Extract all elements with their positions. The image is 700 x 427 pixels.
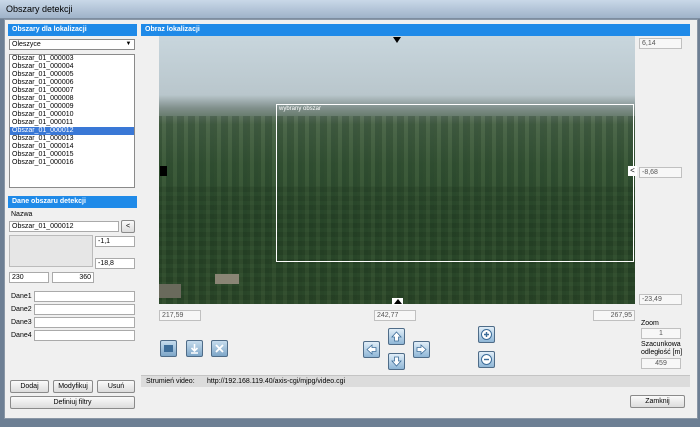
window: Obszary detekcji Obszary dla lokalizacji… (0, 0, 700, 427)
arrow-left-icon[interactable] (363, 341, 380, 358)
define-filters-button[interactable]: Definiuj filtry (10, 396, 135, 409)
list-item[interactable]: Obszar_01_000004 (10, 63, 134, 71)
coord-left-field[interactable]: 230 (9, 272, 49, 283)
dane1-field[interactable] (34, 291, 135, 302)
distance-value: 459 (641, 358, 681, 369)
list-item[interactable]: Obszar_01_000010 (10, 111, 134, 119)
dane2-label: Dane2 (11, 306, 32, 313)
bottom-marker-icon (394, 299, 402, 304)
top-marker-icon (393, 37, 401, 43)
delete-x-icon[interactable] (211, 340, 228, 357)
list-item[interactable]: Obszar_01_000014 (10, 143, 134, 151)
close-button[interactable]: Zamknij (630, 395, 685, 408)
list-item[interactable]: Obszar_01_000009 (10, 103, 134, 111)
chevron-down-icon: ▼ (125, 41, 132, 47)
coord-top-field[interactable]: -1,1 (95, 236, 135, 247)
arrow-right-icon[interactable] (413, 341, 430, 358)
download-icon[interactable] (186, 340, 203, 357)
list-item[interactable]: Obszar_01_000016 (10, 159, 134, 167)
coord-right-field[interactable]: 360 (52, 272, 94, 283)
delete-button[interactable]: Usuń (97, 380, 135, 393)
dane4-label: Dane4 (11, 332, 32, 339)
list-item[interactable]: Obszar_01_000011 (10, 119, 134, 127)
zoom-in-icon[interactable] (478, 326, 495, 343)
areas-list[interactable]: Obszar_01_000003 Obszar_01_000004 Obszar_0… (9, 54, 135, 188)
list-item[interactable]: Obszar_01_000015 (10, 151, 134, 159)
arrow-down-icon[interactable] (388, 353, 405, 370)
list-item[interactable]: Obszar_01_000012 (10, 127, 134, 135)
zoom-value: 1 (641, 328, 681, 339)
title-bar[interactable]: Obszary detekcji (0, 0, 700, 19)
location-select[interactable]: Oleszyce ▼ (9, 39, 135, 50)
image-header: Obraz lokalizacji (141, 24, 690, 36)
overlay-label: wybrany obszar (279, 106, 322, 112)
areas-header: Obszary dla lokalizacji (8, 24, 137, 36)
name-arrow-button[interactable]: < (121, 220, 135, 233)
dane2-field[interactable] (34, 304, 135, 315)
zoom-label: Zoom (641, 320, 659, 327)
arrow-up-icon[interactable] (388, 328, 405, 345)
square-icon[interactable] (160, 340, 177, 357)
name-label: Nazwa (11, 211, 33, 218)
stream-bar: Strumień video: http://192.168.119.40/ax… (141, 375, 690, 387)
left-marker-icon (160, 166, 167, 176)
scale-bottom-right: 267,95 (593, 310, 635, 321)
distance-label: Szacunkowa odległość [m] (641, 341, 683, 356)
name-field[interactable]: Obszar_01_000012 (9, 221, 119, 232)
selected-area-overlay[interactable]: wybrany obszar (276, 104, 634, 262)
right-marker-icon: < (628, 166, 637, 176)
dane3-field[interactable] (34, 317, 135, 328)
modify-button[interactable]: Modyfikuj (53, 380, 93, 393)
list-item[interactable]: Obszar_01_000006 (10, 79, 134, 87)
list-item[interactable]: Obszar_01_000013 (10, 135, 134, 143)
list-item[interactable]: Obszar_01_000005 (10, 71, 134, 79)
dane4-field[interactable] (34, 330, 135, 341)
stream-label: Strumień video: (146, 378, 195, 385)
stream-url: http://192.168.119.40/axis-cgi/mjpg/vide… (207, 378, 346, 385)
add-button[interactable]: Dodaj (10, 380, 49, 393)
zoom-out-icon[interactable] (478, 351, 495, 368)
list-item[interactable]: Obszar_01_000008 (10, 95, 134, 103)
scale-bottom-left: 217,59 (159, 310, 201, 321)
detail-header: Dane obszaru detekcji (8, 196, 137, 208)
dane1-label: Dane1 (11, 293, 32, 300)
location-select-value: Oleszyce (12, 41, 41, 48)
scale-right-middle: -8,68 (639, 167, 682, 178)
window-title: Obszary detekcji (6, 4, 73, 14)
dane3-label: Dane3 (11, 319, 32, 326)
coord-bottom-field[interactable]: -18,8 (95, 258, 135, 269)
scale-right-bottom: -23,49 (639, 294, 682, 305)
scale-bottom-middle: 242,77 (374, 310, 416, 321)
bottom-marker[interactable] (392, 298, 403, 305)
list-item[interactable]: Obszar_01_000003 (10, 55, 134, 63)
scale-right-top: 6,14 (639, 38, 682, 49)
list-item[interactable]: Obszar_01_000007 (10, 87, 134, 95)
preview-area (9, 235, 93, 267)
